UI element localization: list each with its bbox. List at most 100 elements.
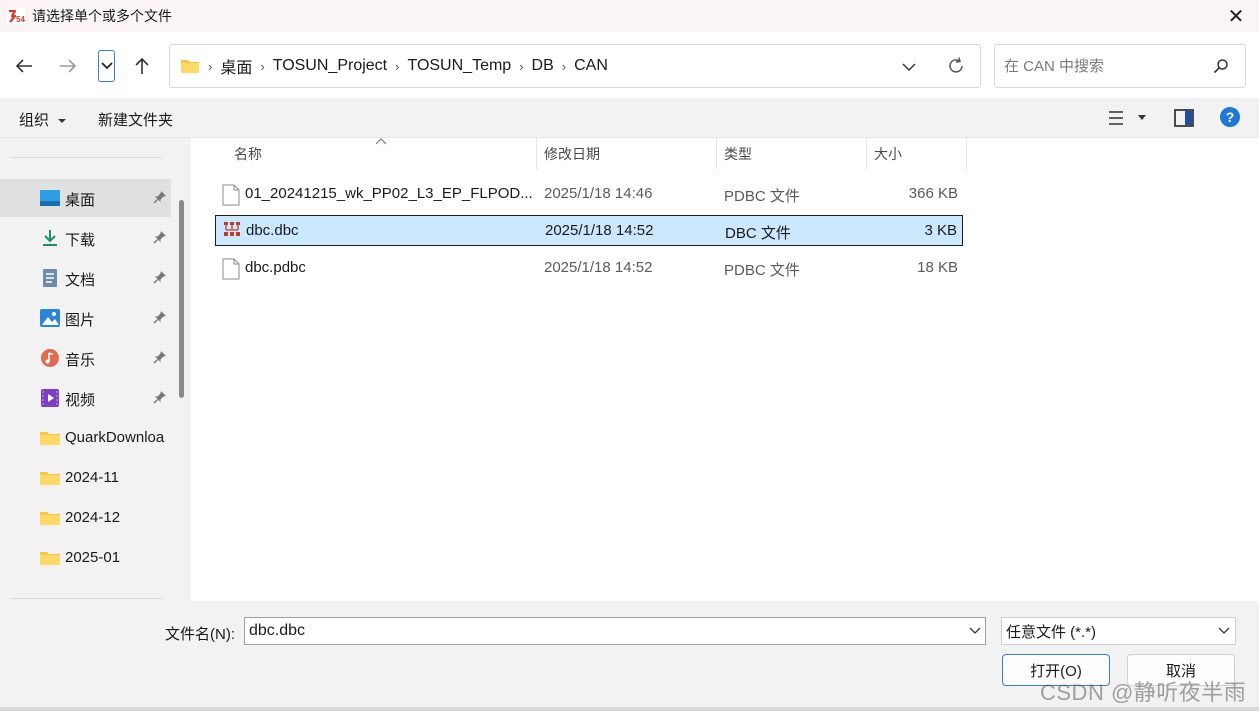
pin-icon[interactable] [153,230,167,244]
pin-icon[interactable] [153,190,167,204]
breadcrumb-can[interactable]: CAN [574,57,608,75]
breadcrumb-desktop[interactable]: 桌面 [220,54,252,78]
dbc-file-icon [224,222,240,236]
file-name: 01_20241215_wk_PP02_L3_EP_FLPOD... [245,185,533,202]
recent-locations-button[interactable] [98,50,115,82]
refresh-button[interactable] [946,56,966,79]
organize-menu[interactable]: 组织 [19,109,67,130]
sidebar-item-label: 音乐 [65,352,96,369]
column-header-name[interactable]: 名称 [234,138,262,170]
pin-icon[interactable] [153,270,167,284]
column-divider[interactable] [536,138,537,170]
breadcrumb-tosun-project[interactable]: TOSUN_Project [273,57,387,75]
file-row[interactable]: 01_20241215_wk_PP02_L3_EP_FLPOD... 2025/… [215,179,963,209]
filetype-select[interactable]: 任意文件 (*.*) [1001,617,1236,645]
column-divider[interactable] [716,138,717,170]
sort-ascending-icon [375,138,387,145]
arrow-left-icon[interactable] [14,58,34,74]
sidebar-item-desktop[interactable]: 桌面 [0,179,171,217]
breadcrumb-separator-icon: › [519,58,524,74]
arrow-right-icon[interactable] [58,58,78,74]
dialog-footer: 文件名(N): 任意文件 (*.*) 打开(O) 取消 CSDN @静听夜半雨 [0,601,1259,711]
file-list: 名称 修改日期 类型 大小 01_20241215_wk_PP02_L3_EP_… [191,138,1259,601]
view-options-button[interactable] [1108,110,1150,129]
sidebar-item-label: 2024-12 [65,509,121,526]
search-box[interactable] [994,44,1246,88]
sidebar-item-pictures[interactable]: 图片 [0,299,171,337]
sidebar-item-downloads[interactable]: 下载 [0,219,171,257]
filename-input[interactable] [249,622,949,640]
music-icon [41,349,59,367]
breadcrumb-separator-icon: › [561,58,567,74]
download-icon [43,230,57,246]
file-icon [222,258,240,280]
file-name: dbc.dbc [246,222,299,239]
chevron-down-icon[interactable] [969,626,981,636]
close-icon[interactable]: ✕ [1228,4,1245,29]
address-bar[interactable]: › 桌面 › TOSUN_Project › TOSUN_Temp › DB ›… [169,44,981,88]
file-type: PDBC 文件 [724,262,800,279]
up-button[interactable] [128,52,156,80]
filetype-value: 任意文件 (*.*) [1006,623,1097,641]
breadcrumb-db[interactable]: DB [532,57,554,75]
svg-text:54: 54 [16,15,25,24]
chevron-down-icon[interactable] [100,62,113,70]
pin-icon[interactable] [153,390,167,404]
file-size: 3 KB [924,222,957,239]
close-button[interactable]: ✕ [1213,0,1259,32]
folder-icon [40,512,60,525]
sidebar-item-documents[interactable]: 文档 [0,259,171,297]
sidebar-item-2024-12[interactable]: 2024-12 [0,499,171,537]
new-folder-button[interactable]: 新建文件夹 [98,109,173,130]
command-toolbar: 组织 新建文件夹 ? [0,98,1259,138]
desktop-icon [40,190,60,206]
help-button[interactable]: ? [1219,106,1241,131]
sidebar-item-music[interactable]: 音乐 [0,339,171,377]
back-button[interactable] [10,52,38,80]
file-row[interactable]: dbc.pdbc 2025/1/18 14:52 PDBC 文件 18 KB [215,253,963,283]
file-size: 18 KB [917,259,958,276]
sidebar-item-videos[interactable]: 视频 [0,379,171,417]
breadcrumb-separator-icon: › [395,58,400,74]
navigation-bar: › 桌面 › TOSUN_Project › TOSUN_Temp › DB ›… [0,32,1259,98]
sidebar-item-label: 2024-11 [65,469,119,486]
refresh-icon[interactable] [946,56,966,76]
window-title: 请选择单个或多个文件 [32,8,172,24]
search-input[interactable] [1004,57,1204,75]
file-type: DBC 文件 [725,225,791,242]
caret-down-icon[interactable] [57,117,67,125]
list-view-icon[interactable] [1108,110,1150,126]
column-header-date[interactable]: 修改日期 [544,138,600,170]
organize-label[interactable]: 组织 [19,112,49,129]
forward-button[interactable] [54,52,82,80]
column-divider[interactable] [866,138,867,170]
file-date: 2025/1/18 14:52 [544,259,653,276]
file-date: 2025/1/18 14:52 [545,222,654,239]
breadcrumb-tosun-temp[interactable]: TOSUN_Temp [407,57,511,75]
column-header-type[interactable]: 类型 [724,138,752,170]
video-icon [41,389,59,407]
chevron-down-icon[interactable] [1218,626,1230,636]
pin-icon[interactable] [153,350,167,364]
sidebar-item-2025-01[interactable]: 2025-01 [0,539,171,577]
preview-pane-icon[interactable] [1174,109,1194,127]
address-history-button[interactable] [902,57,916,80]
search-icon[interactable] [1213,58,1229,77]
column-header-size[interactable]: 大小 [874,138,902,170]
sidebar-divider [10,157,162,158]
column-divider[interactable] [966,138,967,170]
file-row-selected[interactable]: dbc.dbc 2025/1/18 14:52 DBC 文件 3 KB [215,215,963,246]
chevron-down-icon[interactable] [902,57,916,77]
preview-pane-button[interactable] [1174,109,1194,130]
sidebar-item-label: 视频 [65,392,96,409]
filename-combobox[interactable] [244,617,986,645]
sidebar-item-2024-11[interactable]: 2024-11 [0,459,171,497]
sidebar-item-quarkdownload[interactable]: QuarkDownloa [0,419,171,457]
document-icon [43,269,57,287]
sidebar-scrollbar-thumb[interactable] [179,200,184,398]
sidebar-item-label: 下载 [65,232,96,249]
title-bar: 54 请选择单个或多个文件 ✕ [0,0,1259,32]
help-icon[interactable]: ? [1219,106,1241,128]
arrow-up-icon[interactable] [133,56,151,76]
pin-icon[interactable] [153,310,167,324]
